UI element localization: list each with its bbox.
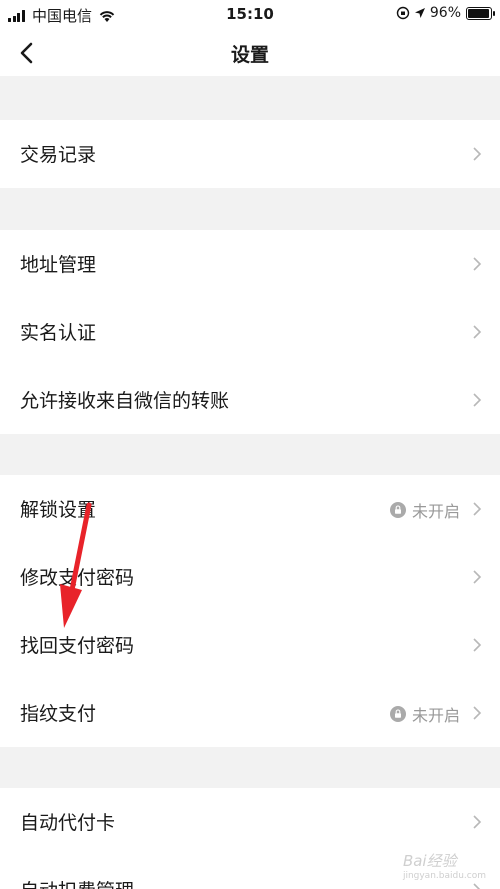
list-item-fingerprint-payment[interactable]: 指纹支付 未开启 [0,679,500,747]
list-item-label: 自动扣费管理 [20,876,134,889]
chevron-right-icon [473,325,482,339]
battery-percent: 96% [429,5,461,21]
settings-group-security: 解锁设置 未开启 修改支付密码 找回支付密码 指纹支付 未开启 [0,475,500,747]
status-right: 96% [396,5,495,21]
status-bar: 中国电信 15:10 96% [0,0,500,30]
status-value: 未开启 [389,498,460,522]
list-item-auto-payment-card[interactable]: 自动代付卡 [0,788,500,856]
list-item-retrieve-payment-password[interactable]: 找回支付密码 [0,611,500,679]
watermark-sub: jingyan.baidu.com [402,871,486,881]
lock-icon [389,502,406,518]
list-item-label: 找回支付密码 [20,635,135,657]
list-item-unlock-settings[interactable]: 解锁设置 未开启 [0,475,500,543]
list-item-label: 指纹支付 [20,703,97,725]
settings-group-account: 地址管理 实名认证 允许接收来自微信的转账 [0,230,500,434]
chevron-right-icon [473,570,482,584]
chevron-right-icon [473,638,482,652]
chevron-right-icon [473,393,482,407]
location-icon [414,8,425,18]
chevron-right-icon [473,883,481,889]
watermark-text: Bai经验 [402,852,457,870]
chevron-right-icon [473,257,482,271]
settings-group-transactions: 交易记录 [0,120,500,188]
list-item-transaction-records[interactable]: 交易记录 [0,120,500,188]
list-item-real-name-verification[interactable]: 实名认证 [0,298,500,366]
lock-icon [389,706,406,722]
battery-icon [466,6,495,20]
status-text: 未开启 [411,706,460,725]
status-text: 未开启 [411,502,460,521]
list-item-label: 实名认证 [20,322,97,344]
list-item-change-payment-password[interactable]: 修改支付密码 [0,543,500,611]
orientation-lock-icon [396,6,410,20]
chevron-right-icon [473,502,482,516]
chevron-right-icon [473,706,482,720]
list-item-label: 地址管理 [20,254,97,276]
watermark: Bai经验 jingyan.baidu.com [403,850,486,881]
list-item-address-management[interactable]: 地址管理 [0,230,500,298]
list-item-wechat-transfer[interactable]: 允许接收来自微信的转账 [0,366,500,434]
status-value: 未开启 [389,702,460,726]
list-item-label: 修改支付密码 [20,567,135,589]
nav-bar: 设置 [0,30,500,76]
list-item-label: 自动代付卡 [20,812,116,834]
page-title: 设置 [230,44,269,66]
chevron-right-icon [473,815,482,829]
list-item-label: 解锁设置 [20,499,97,521]
list-item-label: 交易记录 [20,144,97,166]
list-item-label: 允许接收来自微信的转账 [20,390,230,412]
battery-fill [468,8,490,18]
chevron-right-icon [473,147,482,161]
